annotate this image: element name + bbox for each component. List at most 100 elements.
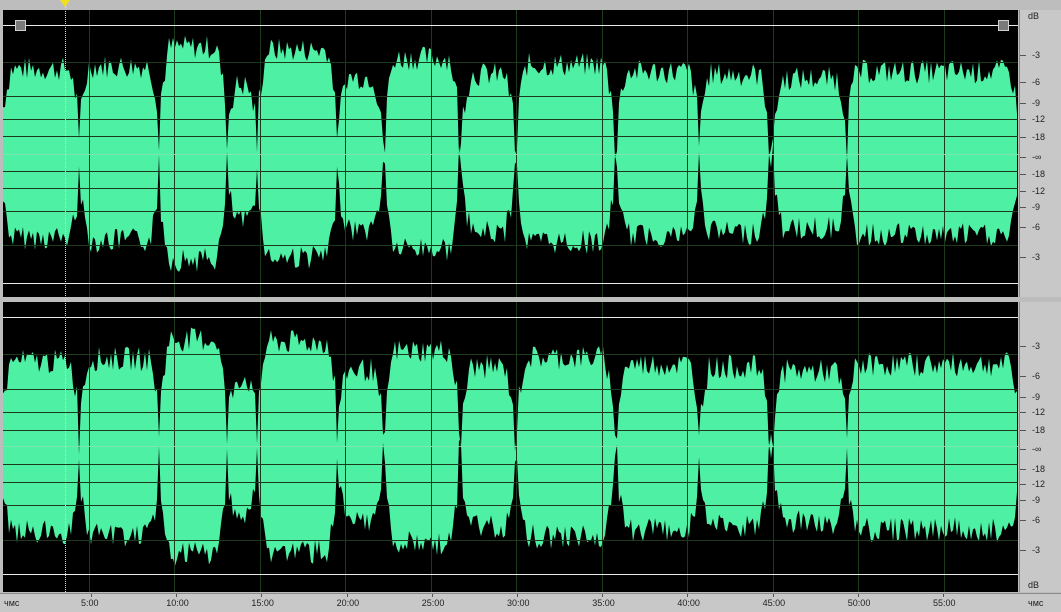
grid-line xyxy=(516,302,517,592)
time-tick xyxy=(772,594,774,597)
db-tick xyxy=(1020,346,1026,347)
time-label: 45:00 xyxy=(762,598,786,608)
grid-line xyxy=(430,302,432,592)
time-label: 20:00 xyxy=(336,598,360,608)
db-scale-label: -12 xyxy=(1032,114,1046,124)
db-tick xyxy=(1020,207,1026,208)
db-unit-label-bottom: dB xyxy=(1028,580,1040,590)
range-handle-left-icon[interactable] xyxy=(15,20,26,31)
time-tick xyxy=(431,594,433,597)
playhead-marker-icon[interactable] xyxy=(60,0,70,7)
db-tick xyxy=(1020,55,1026,56)
clip-line-bottom xyxy=(3,574,1018,575)
db-scale-label: -18 xyxy=(1032,132,1046,142)
time-label: 25:00 xyxy=(421,598,445,608)
time-tick xyxy=(91,594,92,597)
db-ruler-top: -3 -6 -9 -12 -18 -∞ -18 -12 -9 -6 -3 xyxy=(1019,10,1061,297)
time-tick xyxy=(517,594,518,597)
db-scale-label: -18 xyxy=(1032,169,1046,179)
grid-line xyxy=(772,302,774,592)
time-ruler[interactable]: чмс чмс 5:00 10:00 15:00 20:00 25:00 30:00 35:… xyxy=(0,593,1061,612)
db-tick xyxy=(1020,397,1026,398)
time-label: 5:00 xyxy=(81,598,99,608)
time-label: 35:00 xyxy=(592,598,615,608)
clip-line-bottom xyxy=(3,283,1018,284)
db-scale-label: -6 xyxy=(1032,222,1041,232)
db-scale-label: -6 xyxy=(1032,515,1041,525)
playhead-line[interactable] xyxy=(65,6,67,592)
clip-line-top xyxy=(3,25,1018,26)
grid-line xyxy=(345,302,346,592)
db-scale-label: -6 xyxy=(1032,77,1041,87)
db-tick xyxy=(1020,469,1026,470)
db-scale-label: -18 xyxy=(1032,425,1046,435)
time-unit-right: чмс xyxy=(1028,598,1044,608)
db-scale-label: -18 xyxy=(1032,464,1046,474)
db-scale-label: -6 xyxy=(1032,371,1041,381)
grid-line xyxy=(3,136,1018,138)
db-scale-label: -∞ xyxy=(1032,152,1042,162)
grid-line xyxy=(3,96,1018,98)
grid-line xyxy=(3,170,1018,172)
waveform-editor[interactable]: -3 -6 -9 -12 -18 -∞ -18 -12 -9 -6 -3 -3 -6 -9 -12 -18 -… xyxy=(0,0,1061,612)
range-handle-right-icon[interactable] xyxy=(998,20,1009,31)
grid-line xyxy=(3,464,1018,466)
clip-line-top xyxy=(3,317,1018,318)
time-tick xyxy=(857,594,859,597)
db-tick xyxy=(1020,103,1026,104)
time-tick xyxy=(602,594,604,597)
db-tick xyxy=(1020,412,1026,413)
db-tick xyxy=(1020,500,1026,501)
center-line xyxy=(3,154,1018,155)
grid-line xyxy=(3,412,1018,414)
db-scale-label: -12 xyxy=(1032,407,1046,417)
grid-line xyxy=(3,389,1018,390)
db-tick xyxy=(1020,520,1026,521)
db-tick xyxy=(1020,137,1026,138)
db-scale-label: -9 xyxy=(1032,202,1041,212)
grid-line xyxy=(3,505,1018,506)
grid-line xyxy=(3,481,1018,483)
db-scale-label: -3 xyxy=(1032,545,1041,555)
db-scale-label: -9 xyxy=(1032,495,1041,505)
time-label: 10:00 xyxy=(166,598,189,608)
grid-line xyxy=(3,245,1018,247)
db-tick xyxy=(1020,157,1026,158)
grid-line xyxy=(943,302,945,592)
time-tick xyxy=(261,594,263,597)
channel-left[interactable] xyxy=(3,10,1018,297)
db-scale-label: -9 xyxy=(1032,392,1041,402)
db-ruler-bottom: -3 -6 -9 -12 -18 -∞ -18 -12 -9 -6 -3 xyxy=(1019,302,1061,592)
db-tick xyxy=(1020,227,1026,228)
db-scale-label: -12 xyxy=(1032,479,1046,489)
time-label: 50:00 xyxy=(847,598,871,608)
grid-line xyxy=(3,539,1018,541)
db-scale-label: -3 xyxy=(1032,341,1041,351)
db-tick xyxy=(1020,449,1026,450)
db-tick xyxy=(1020,376,1026,377)
channel-right[interactable] xyxy=(3,302,1018,592)
grid-line xyxy=(687,302,688,592)
center-line xyxy=(3,446,1018,447)
db-tick xyxy=(1020,550,1026,551)
db-tick xyxy=(1020,257,1026,258)
db-tick xyxy=(1020,119,1026,120)
grid-line xyxy=(259,302,261,592)
grid-line xyxy=(3,354,1018,356)
grid-line xyxy=(3,187,1018,189)
db-tick xyxy=(1020,174,1026,175)
time-tick xyxy=(346,594,348,597)
db-tick xyxy=(1020,191,1026,192)
grid-line xyxy=(174,302,175,592)
grid-line xyxy=(3,119,1018,121)
time-tick xyxy=(943,594,944,597)
time-label: 40:00 xyxy=(677,598,700,608)
time-unit-left: чмс xyxy=(4,598,20,608)
db-scale-label: -9 xyxy=(1032,98,1041,108)
waveform-right xyxy=(3,327,1017,566)
db-tick xyxy=(1020,430,1026,431)
time-label: 55:00 xyxy=(933,598,956,608)
db-tick xyxy=(1020,484,1026,485)
grid-line xyxy=(3,210,1018,212)
db-scale-label: -3 xyxy=(1032,252,1041,262)
